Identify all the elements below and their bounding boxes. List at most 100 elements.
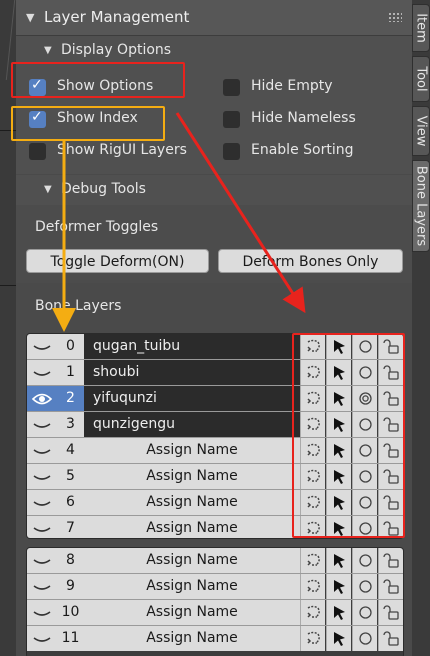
tab-view[interactable]: View bbox=[412, 106, 430, 156]
unlock-icon[interactable] bbox=[378, 548, 403, 573]
layer-row[interactable]: 0 qugan_tuibu bbox=[27, 334, 403, 360]
layer-inactive-icon[interactable] bbox=[352, 626, 377, 651]
unlock-icon[interactable] bbox=[378, 464, 403, 489]
drag-grip-icon[interactable] bbox=[388, 12, 402, 22]
eye-closed-icon[interactable] bbox=[27, 464, 57, 489]
debug-tools-header[interactable]: ▼ Debug Tools bbox=[16, 175, 412, 205]
unlock-icon[interactable] bbox=[378, 412, 403, 437]
layer-row[interactable]: 6 Assign Name bbox=[27, 490, 403, 516]
eye-open-icon[interactable] bbox=[27, 386, 57, 411]
layer-row[interactable]: 7 Assign Name bbox=[27, 516, 403, 538]
layer-name-field[interactable]: qugan_tuibu bbox=[84, 334, 300, 359]
collapse-triangle-icon[interactable]: ▼ bbox=[44, 45, 52, 56]
layer-inactive-icon[interactable] bbox=[352, 548, 377, 573]
select-layer-icon[interactable] bbox=[326, 438, 351, 463]
deform-toggle-icon[interactable] bbox=[300, 360, 325, 385]
select-layer-icon[interactable] bbox=[326, 574, 351, 599]
eye-closed-icon[interactable] bbox=[27, 626, 57, 651]
select-layer-icon[interactable] bbox=[326, 600, 351, 625]
deform-toggle-icon[interactable] bbox=[300, 600, 325, 625]
panel-header[interactable]: ▼ Layer Management bbox=[16, 0, 412, 36]
eye-closed-icon[interactable] bbox=[27, 490, 57, 515]
layer-name-field[interactable]: Assign Name bbox=[84, 490, 300, 515]
layer-row[interactable]: 1 shoubi bbox=[27, 360, 403, 386]
deform-toggle-icon[interactable] bbox=[300, 626, 325, 651]
eye-closed-icon[interactable] bbox=[27, 360, 57, 385]
select-layer-icon[interactable] bbox=[326, 334, 351, 359]
tab-bone-layers[interactable]: Bone Layers bbox=[412, 160, 430, 252]
tab-item[interactable]: Item bbox=[412, 4, 430, 52]
eye-closed-icon[interactable] bbox=[27, 334, 57, 359]
deform-toggle-icon[interactable] bbox=[300, 490, 325, 515]
eye-closed-icon[interactable] bbox=[27, 548, 57, 573]
select-layer-icon[interactable] bbox=[326, 490, 351, 515]
layer-name-field[interactable]: Assign Name bbox=[84, 574, 300, 599]
eye-closed-icon[interactable] bbox=[27, 600, 57, 625]
unlock-icon[interactable] bbox=[378, 516, 403, 538]
layer-name-field[interactable]: Assign Name bbox=[84, 516, 300, 538]
layer-name-field[interactable]: qunzigengu bbox=[84, 412, 300, 437]
layer-inactive-icon[interactable] bbox=[352, 490, 377, 515]
select-layer-icon[interactable] bbox=[326, 626, 351, 651]
select-layer-icon[interactable] bbox=[326, 464, 351, 489]
eye-closed-icon[interactable] bbox=[27, 574, 57, 599]
layer-name-field[interactable]: Assign Name bbox=[84, 548, 300, 573]
layer-row[interactable]: 2 yifuqunzi bbox=[27, 386, 403, 412]
display-options-header[interactable]: ▼ Display Options bbox=[16, 36, 412, 66]
unlock-icon[interactable] bbox=[378, 334, 403, 359]
layer-row[interactable]: 9 Assign Name bbox=[27, 574, 403, 600]
unlock-icon[interactable] bbox=[378, 574, 403, 599]
layer-name-field[interactable]: Assign Name bbox=[84, 438, 300, 463]
layer-inactive-icon[interactable] bbox=[352, 464, 377, 489]
eye-closed-icon[interactable] bbox=[27, 412, 57, 437]
layer-row[interactable]: 3 qunzigengu bbox=[27, 412, 403, 438]
unlock-icon[interactable] bbox=[378, 438, 403, 463]
layer-name-field[interactable]: Assign Name bbox=[84, 626, 300, 651]
collapse-triangle-icon[interactable]: ▼ bbox=[44, 184, 52, 195]
show-index-checkbox[interactable] bbox=[29, 109, 46, 128]
deform-toggle-icon[interactable] bbox=[300, 548, 325, 573]
layer-active-icon[interactable] bbox=[352, 386, 377, 411]
show-rigui-layers-checkbox[interactable] bbox=[29, 143, 46, 160]
collapse-triangle-icon[interactable]: ▼ bbox=[26, 11, 34, 24]
unlock-icon[interactable] bbox=[378, 360, 403, 385]
deform-toggle-icon[interactable] bbox=[300, 438, 325, 463]
layer-row[interactable]: 10 Assign Name bbox=[27, 600, 403, 626]
unlock-icon[interactable] bbox=[378, 600, 403, 625]
eye-closed-icon[interactable] bbox=[27, 516, 57, 538]
layer-inactive-icon[interactable] bbox=[352, 360, 377, 385]
layer-row[interactable]: 4 Assign Name bbox=[27, 438, 403, 464]
select-layer-icon[interactable] bbox=[326, 412, 351, 437]
layer-row[interactable]: 5 Assign Name bbox=[27, 464, 403, 490]
show-options-checkbox[interactable] bbox=[29, 77, 46, 96]
layer-inactive-icon[interactable] bbox=[352, 516, 377, 538]
layer-inactive-icon[interactable] bbox=[352, 574, 377, 599]
deform-bones-only-button[interactable]: Deform Bones Only bbox=[218, 249, 403, 273]
eye-closed-icon[interactable] bbox=[27, 438, 57, 463]
layer-row[interactable]: 8 Assign Name bbox=[27, 548, 403, 574]
enable-sorting-checkbox[interactable] bbox=[223, 143, 240, 160]
deform-toggle-icon[interactable] bbox=[300, 334, 325, 359]
deform-toggle-icon[interactable] bbox=[300, 574, 325, 599]
layer-inactive-icon[interactable] bbox=[352, 600, 377, 625]
toggle-deform-button[interactable]: Toggle Deform(ON) bbox=[26, 249, 209, 273]
select-layer-icon[interactable] bbox=[326, 386, 351, 411]
layer-row[interactable]: 11 Assign Name bbox=[27, 626, 403, 652]
select-layer-icon[interactable] bbox=[326, 516, 351, 538]
unlock-icon[interactable] bbox=[378, 490, 403, 515]
hide-nameless-checkbox[interactable] bbox=[223, 111, 240, 128]
layer-inactive-icon[interactable] bbox=[352, 412, 377, 437]
layer-inactive-icon[interactable] bbox=[352, 334, 377, 359]
layer-name-field[interactable]: shoubi bbox=[84, 360, 300, 385]
layer-name-field[interactable]: yifuqunzi bbox=[84, 386, 300, 411]
unlock-icon[interactable] bbox=[378, 626, 403, 651]
deform-toggle-icon[interactable] bbox=[300, 386, 325, 411]
hide-empty-checkbox[interactable] bbox=[223, 79, 240, 96]
deform-toggle-icon[interactable] bbox=[300, 412, 325, 437]
layer-inactive-icon[interactable] bbox=[352, 438, 377, 463]
deform-toggle-icon[interactable] bbox=[300, 464, 325, 489]
layer-name-field[interactable]: Assign Name bbox=[84, 600, 300, 625]
layer-name-field[interactable]: Assign Name bbox=[84, 464, 300, 489]
select-layer-icon[interactable] bbox=[326, 548, 351, 573]
select-layer-icon[interactable] bbox=[326, 360, 351, 385]
